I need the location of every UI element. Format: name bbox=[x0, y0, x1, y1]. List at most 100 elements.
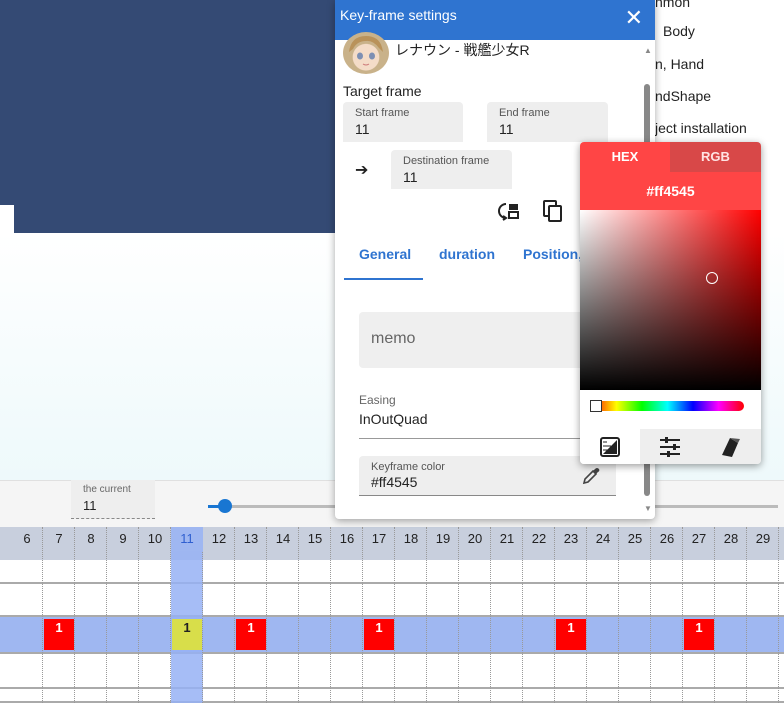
start-frame-field[interactable]: Start frame 11 bbox=[343, 102, 463, 142]
easing-label: Easing bbox=[359, 393, 396, 407]
menu-item-body[interactable]: Body bbox=[663, 23, 695, 39]
easing-underline bbox=[359, 438, 587, 439]
menu-item-nmon[interactable]: nmon bbox=[655, 0, 690, 10]
side-menu: nmon Body n, Hand ndShape ject installat… bbox=[655, 0, 784, 150]
tab-duration[interactable]: duration bbox=[439, 246, 495, 262]
color-picker: HEX RGB #ff4545 bbox=[580, 142, 761, 464]
keyframe-marker[interactable]: 1 bbox=[44, 619, 74, 650]
frame-number[interactable]: 8 bbox=[75, 527, 107, 551]
destination-frame-label: Destination frame bbox=[403, 155, 490, 167]
frame-number[interactable]: 14 bbox=[267, 527, 299, 551]
picker-hex-value[interactable]: #ff4545 bbox=[580, 172, 761, 210]
timeline-column bbox=[235, 527, 267, 703]
frame-number[interactable]: 6 bbox=[11, 527, 43, 551]
dialog-header: Key-frame settings ✕ bbox=[335, 0, 655, 40]
frame-number[interactable]: 19 bbox=[427, 527, 459, 551]
frame-number[interactable]: 29 bbox=[747, 527, 779, 551]
frame-number[interactable]: 9 bbox=[107, 527, 139, 551]
frame-number[interactable]: 25 bbox=[619, 527, 651, 551]
timeline-column bbox=[747, 527, 779, 703]
frame-number[interactable]: 23 bbox=[555, 527, 587, 551]
close-icon[interactable]: ✕ bbox=[625, 6, 643, 30]
scroll-down-icon[interactable]: ▼ bbox=[642, 504, 654, 513]
end-frame-label: End frame bbox=[499, 107, 550, 119]
timeline-column bbox=[619, 527, 651, 703]
keyframe-marker[interactable]: 1 bbox=[684, 619, 714, 650]
frame-number[interactable]: 21 bbox=[491, 527, 523, 551]
frame-number[interactable]: 28 bbox=[715, 527, 747, 551]
character-name: レナウン - 戦艦少女R bbox=[395, 42, 530, 58]
keyframe-marker[interactable]: 1 bbox=[556, 619, 586, 650]
frame-number[interactable]: 24 bbox=[587, 527, 619, 551]
timeline-column bbox=[171, 527, 203, 703]
timeline-column bbox=[331, 527, 363, 703]
saturation-handle[interactable] bbox=[706, 272, 718, 284]
current-frame-label: the current bbox=[83, 484, 131, 495]
frame-number[interactable]: 27 bbox=[683, 527, 715, 551]
tab-general[interactable]: General bbox=[359, 246, 411, 262]
easing-select[interactable]: InOutQuad bbox=[359, 411, 428, 427]
current-frame-field[interactable]: the current 11 bbox=[71, 480, 155, 519]
end-frame-field[interactable]: End frame 11 bbox=[487, 102, 608, 142]
frame-number[interactable]: 11 bbox=[171, 527, 203, 551]
saturation-area[interactable] bbox=[580, 210, 761, 390]
dialog-title: Key-frame settings bbox=[340, 7, 457, 23]
timeline-column bbox=[203, 527, 235, 703]
timeline-column bbox=[523, 527, 555, 703]
timeline-column bbox=[139, 527, 171, 703]
palette-icon[interactable] bbox=[580, 429, 640, 464]
memo-field[interactable]: memo bbox=[359, 312, 589, 368]
hue-handle[interactable] bbox=[590, 400, 602, 412]
frame-number[interactable]: 22 bbox=[523, 527, 555, 551]
frame-number[interactable]: 18 bbox=[395, 527, 427, 551]
menu-item-hand[interactable]: n, Hand bbox=[655, 56, 704, 72]
keyframe-color-label: Keyframe color bbox=[371, 461, 445, 473]
timeline-column bbox=[299, 527, 331, 703]
frame-slider-thumb[interactable] bbox=[218, 499, 232, 513]
avatar bbox=[343, 32, 389, 74]
swap-icon[interactable] bbox=[497, 199, 521, 223]
keyframe-color-field[interactable]: Keyframe color #ff4545 bbox=[359, 456, 616, 496]
destination-frame-value: 11 bbox=[403, 169, 418, 185]
frame-number[interactable]: 10 bbox=[139, 527, 171, 551]
menu-item-object-installation[interactable]: ject installation bbox=[655, 120, 747, 136]
frame-number[interactable]: 13 bbox=[235, 527, 267, 551]
timeline-column bbox=[651, 527, 683, 703]
frame-number[interactable]: 12 bbox=[203, 527, 235, 551]
frame-number[interactable]: 26 bbox=[651, 527, 683, 551]
timeline-column bbox=[75, 527, 107, 703]
frame-number[interactable]: 16 bbox=[331, 527, 363, 551]
picker-tab-rgb[interactable]: RGB bbox=[670, 142, 761, 172]
copy-icon[interactable] bbox=[541, 199, 565, 223]
timeline-column bbox=[491, 527, 523, 703]
picker-tab-hex[interactable]: HEX bbox=[580, 142, 670, 172]
swatches-icon[interactable] bbox=[700, 429, 761, 464]
frame-number[interactable]: 17 bbox=[363, 527, 395, 551]
frame-number[interactable]: 7 bbox=[43, 527, 75, 551]
timeline-column bbox=[107, 527, 139, 703]
timeline-column bbox=[11, 527, 43, 703]
sliders-icon[interactable] bbox=[640, 429, 700, 464]
timeline-column bbox=[267, 527, 299, 703]
keyframe-marker[interactable]: 1 bbox=[172, 619, 202, 650]
viewport-background bbox=[0, 0, 336, 233]
active-tab-indicator bbox=[344, 278, 423, 280]
timeline-column bbox=[363, 527, 395, 703]
destination-frame-field[interactable]: Destination frame 11 bbox=[391, 150, 512, 189]
scroll-up-icon[interactable]: ▲ bbox=[642, 46, 654, 55]
hue-slider[interactable] bbox=[591, 401, 744, 411]
timeline-column bbox=[587, 527, 619, 703]
keyframe-marker[interactable]: 1 bbox=[364, 619, 394, 650]
start-frame-value: 11 bbox=[355, 121, 370, 137]
keyframe-color-value: #ff4545 bbox=[371, 474, 418, 490]
picker-tabs: HEX RGB bbox=[580, 142, 761, 172]
menu-item-handshape[interactable]: ndShape bbox=[655, 88, 711, 104]
frame-number[interactable]: 20 bbox=[459, 527, 491, 551]
timeline: 6 7 8 9 10 11 12 13 14 15 16 17 18 19 20 21 22 23 24 25 26 27… bbox=[0, 527, 784, 703]
timeline-column bbox=[427, 527, 459, 703]
keyframe-marker[interactable]: 1 bbox=[236, 619, 266, 650]
eyedropper-icon[interactable] bbox=[581, 466, 601, 486]
frame-number[interactable]: 15 bbox=[299, 527, 331, 551]
start-frame-label: Start frame bbox=[355, 107, 410, 119]
viewport-notch bbox=[0, 205, 14, 233]
